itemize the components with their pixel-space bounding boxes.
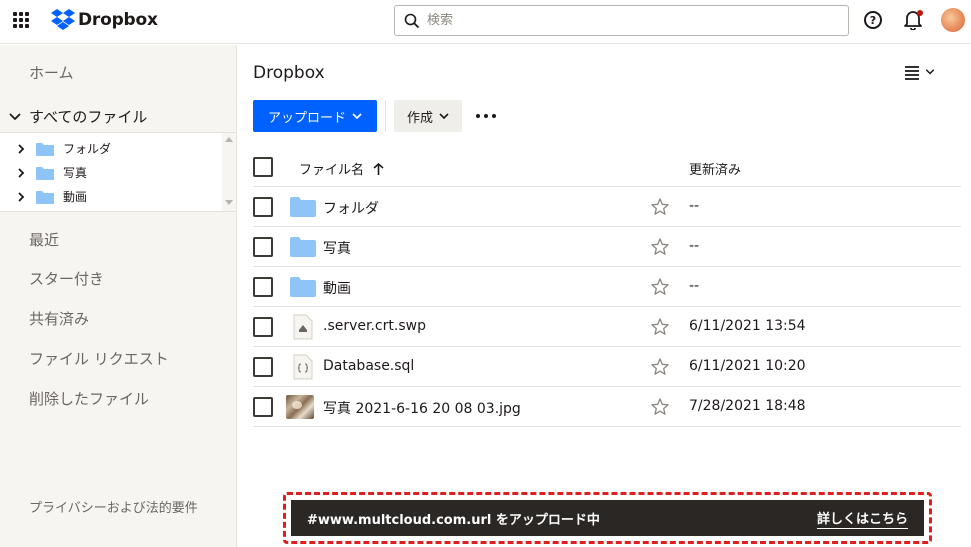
modified-date: 6/11/2021 13:54 (689, 318, 806, 334)
modified-date: -- (689, 278, 700, 294)
folder-icon (289, 273, 317, 301)
chevron-right-icon (18, 167, 25, 178)
column-header-label: ファイル名 (299, 163, 365, 178)
file-name[interactable]: 写真 (323, 238, 351, 258)
logo-text: Dropbox (78, 10, 158, 30)
tree-item-folder[interactable]: フォルダ (16, 140, 111, 157)
sidebar-item-label: すべてのファイル (29, 108, 148, 126)
file-icon (289, 313, 317, 341)
table-row[interactable]: フォルダ -- (253, 187, 961, 227)
search-icon (404, 13, 420, 28)
modified-date: -- (689, 238, 700, 254)
file-table: ファイル名 更新済み フォルダ -- 写真 -- 動画 -- .server.c… (253, 147, 961, 427)
modified-date: 7/28/2021 18:48 (689, 398, 806, 414)
top-bar: Dropbox ? (0, 0, 971, 44)
file-name[interactable]: フォルダ (323, 198, 379, 218)
sidebar-item-home[interactable]: ホーム (29, 62, 74, 83)
sidebar-item-deleted[interactable]: 削除したファイル (29, 388, 149, 409)
row-checkbox[interactable] (253, 237, 273, 257)
modified-date: 6/11/2021 10:20 (689, 358, 806, 374)
more-options-icon[interactable] (476, 108, 496, 124)
search-input[interactable] (427, 13, 827, 28)
privacy-link[interactable]: プライバシーおよび法的要件 (29, 500, 219, 517)
arrow-up-icon (373, 162, 384, 175)
row-checkbox[interactable] (253, 197, 273, 217)
tree-scrollbar[interactable] (222, 133, 236, 211)
chevron-down-icon (9, 112, 21, 120)
folder-tree: フォルダ 写真 動画 (0, 132, 236, 212)
column-header-name[interactable]: ファイル名 (299, 159, 384, 178)
tree-item-label: フォルダ (63, 142, 112, 156)
star-icon[interactable] (651, 238, 669, 256)
tree-item-videos[interactable]: 動画 (16, 188, 87, 205)
sidebar-item-shared[interactable]: 共有済み (29, 308, 89, 329)
folder-icon (289, 233, 317, 261)
folder-icon (36, 142, 54, 156)
table-row[interactable]: .server.crt.swp 6/11/2021 13:54 (253, 307, 961, 347)
star-icon[interactable] (651, 398, 669, 416)
table-row[interactable]: 動画 -- (253, 267, 961, 307)
file-name[interactable]: 動画 (323, 278, 351, 298)
sidebar-item-file-requests[interactable]: ファイル リクエスト (29, 348, 169, 369)
chevron-right-icon (18, 143, 25, 154)
scroll-up-icon[interactable] (225, 137, 233, 142)
select-all-checkbox[interactable] (253, 157, 273, 177)
dropbox-icon (51, 9, 75, 30)
tree-item-label: 写真 (63, 166, 88, 180)
code-file-icon (289, 353, 317, 381)
upload-button[interactable]: アップロード (253, 100, 377, 132)
file-name[interactable]: 写真 2021-6-16 20 08 03.jpg (323, 398, 521, 418)
highlight-frame: #www.multcloud.com.url をアップロード中 詳しくはこちら (283, 492, 932, 544)
page-title: Dropbox (253, 63, 325, 83)
notification-badge (917, 10, 923, 16)
dropbox-logo[interactable]: Dropbox (51, 9, 158, 31)
sidebar-item-recent[interactable]: 最近 (29, 229, 59, 250)
help-icon[interactable]: ? (864, 11, 882, 29)
row-checkbox[interactable] (253, 397, 273, 417)
learn-more-link[interactable]: 詳しくはこちら (816, 508, 908, 529)
chevron-down-icon (439, 113, 449, 120)
create-button[interactable]: 作成 (394, 100, 462, 132)
table-row[interactable]: Database.sql 6/11/2021 10:20 (253, 347, 961, 387)
sidebar: ホーム すべてのファイル フォルダ 写真 動画 最近 スター付き 共有済み ファ… (0, 45, 237, 547)
folder-icon (289, 193, 317, 221)
toolbar-divider (385, 100, 386, 132)
table-header: ファイル名 更新済み (253, 147, 961, 187)
modified-date: -- (689, 198, 700, 214)
star-icon[interactable] (651, 278, 669, 296)
tree-item-photos[interactable]: 写真 (16, 164, 87, 181)
file-name[interactable]: Database.sql (323, 358, 414, 374)
sidebar-item-starred[interactable]: スター付き (29, 268, 104, 289)
folder-icon (36, 190, 54, 204)
row-checkbox[interactable] (253, 357, 273, 377)
chevron-down-icon (352, 113, 362, 120)
image-thumbnail (286, 393, 314, 421)
folder-icon (36, 166, 54, 180)
chevron-right-icon (18, 191, 25, 202)
chevron-down-icon (925, 69, 935, 75)
sidebar-item-all-files[interactable]: すべてのファイル (8, 106, 147, 127)
toast-message: #www.multcloud.com.url をアップロード中 (307, 512, 600, 528)
column-header-modified[interactable]: 更新済み (689, 159, 741, 178)
file-name[interactable]: .server.crt.swp (323, 318, 426, 334)
star-icon[interactable] (651, 318, 669, 336)
app-grid-icon[interactable] (13, 12, 29, 28)
upload-toast: #www.multcloud.com.url をアップロード中 詳しくはこちら (291, 500, 924, 536)
avatar[interactable] (941, 8, 965, 32)
list-view-icon (905, 66, 919, 80)
upload-button-label: アップロード (267, 110, 346, 126)
table-row[interactable]: 写真 2021-6-16 20 08 03.jpg 7/28/2021 18:4… (253, 387, 961, 427)
star-icon[interactable] (651, 358, 669, 376)
row-checkbox[interactable] (253, 277, 273, 297)
star-icon[interactable] (651, 198, 669, 216)
tree-item-label: 動画 (63, 190, 88, 204)
search-box[interactable] (394, 5, 849, 36)
create-button-label: 作成 (406, 110, 433, 126)
scroll-down-icon[interactable] (225, 200, 233, 205)
view-toggle-button[interactable] (904, 64, 936, 80)
row-checkbox[interactable] (253, 317, 273, 337)
table-row[interactable]: 写真 -- (253, 227, 961, 267)
